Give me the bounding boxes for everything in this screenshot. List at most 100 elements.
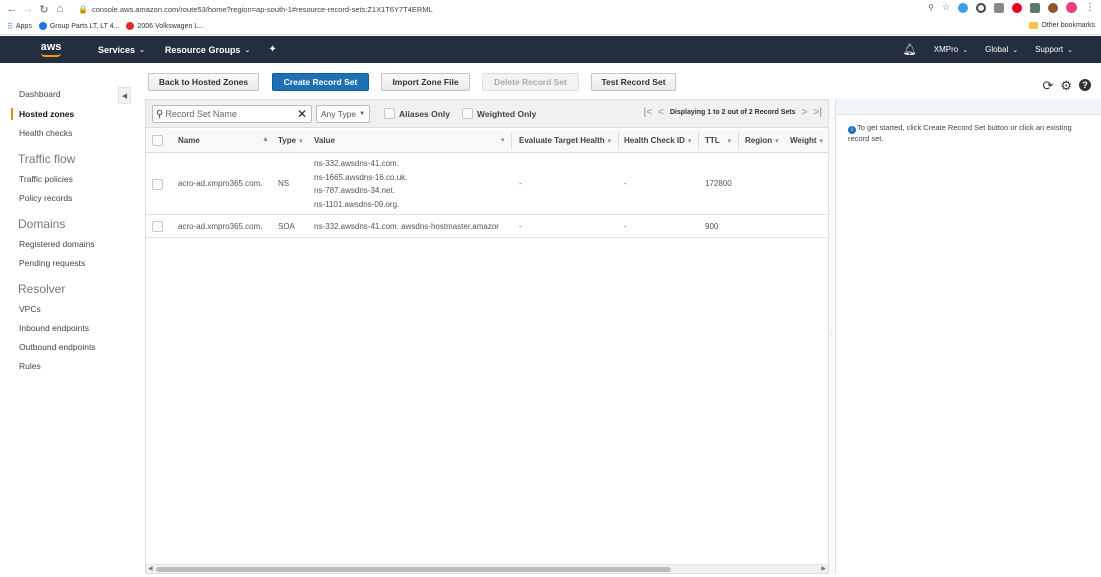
prev-page-icon[interactable]: <	[658, 107, 664, 118]
sidebar-item-vpcs[interactable]: VPCs	[19, 304, 41, 314]
test-record-set-button[interactable]: Test Record Set	[591, 73, 676, 91]
services-menu[interactable]: Services ⌄	[98, 45, 145, 55]
refresh-icon[interactable]: ⟳	[1042, 78, 1053, 94]
pager-text: Displaying 1 to 2 out of 2 Record Sets	[669, 109, 796, 116]
health-check-id: -	[624, 179, 627, 188]
column-divider	[618, 133, 619, 149]
chevron-left-icon: ◀	[121, 92, 128, 100]
type-select[interactable]: Any Type ▼	[316, 105, 370, 123]
sort-asc-icon[interactable]: ▲	[262, 136, 269, 143]
sidebar-item-dashboard[interactable]: Dashboard	[19, 89, 61, 99]
weighted-only-checkbox[interactable]	[462, 108, 473, 119]
row-checkbox[interactable]	[152, 179, 163, 190]
horizontal-scrollbar[interactable]: ◀ ▶	[146, 564, 828, 573]
table-header: Name ▲ Type ▾ Value ▾ Evaluate Target Hea…	[146, 129, 828, 153]
select-all-checkbox[interactable]	[152, 135, 163, 146]
other-bookmarks[interactable]: Other bookmarks	[1029, 22, 1095, 29]
aliases-only-checkbox[interactable]	[384, 108, 395, 119]
table-row[interactable]: acro-ad.xmpro365.com. SOA ns-332.awsdns-…	[146, 215, 828, 238]
address-bar[interactable]: 🔒 console.aws.amazon.com/route53/home?re…	[78, 5, 433, 14]
menu-kebab-icon[interactable]: ⋮	[1085, 2, 1095, 13]
create-record-set-button[interactable]: Create Record Set	[272, 73, 369, 91]
grip-icon: ⁞	[830, 332, 832, 339]
gear-icon[interactable]: ⚙	[1060, 78, 1072, 94]
aws-logo[interactable]: aws	[38, 42, 64, 57]
record-type: NS	[278, 179, 290, 188]
bookmark-volkswagen[interactable]: 2006 Volkswagen L...	[126, 22, 204, 30]
home-icon[interactable]: ⌂	[52, 3, 68, 15]
record-name: acro-ad.xmpro365.com.	[178, 179, 263, 188]
clear-icon[interactable]: ✕	[297, 107, 307, 121]
chevron-down-icon: ▾	[607, 137, 612, 145]
value-column-menu-icon[interactable]: ▾	[501, 136, 505, 144]
record-set-name-input[interactable]	[165, 109, 291, 119]
account-menu[interactable]: XMPro ⌄	[934, 45, 968, 54]
column-region[interactable]: Region ▾	[745, 136, 779, 145]
sidebar-item-health-checks[interactable]: Health checks	[19, 128, 72, 138]
sidebar-item-policy-records[interactable]: Policy records	[19, 193, 72, 203]
delete-record-set-button[interactable]: Delete Record Set	[482, 73, 579, 91]
profile-avatar-icon[interactable]	[1066, 2, 1077, 13]
bookmark-group-parts[interactable]: Group Parts LT, LT 4...	[38, 22, 119, 30]
page-actions: ⟳ ⚙ ?	[1042, 78, 1091, 94]
column-name[interactable]: Name	[178, 136, 200, 145]
chevron-down-icon: ▾	[727, 137, 732, 145]
cookie-extension-icon[interactable]	[1048, 2, 1058, 13]
filter-bar: ⚲ ✕ Any Type ▼ Aliases Only Weighted Onl…	[146, 100, 828, 128]
sidebar-item-registered-domains[interactable]: Registered domains	[19, 239, 95, 249]
sidebar-group-traffic-flow: Traffic flow	[18, 152, 76, 166]
chevron-down-icon: ▾	[819, 137, 824, 145]
browser-toolbar: ← → ↻ ⌂ 🔒 console.aws.amazon.com/route53…	[0, 0, 1101, 18]
aliases-only-toggle[interactable]: Aliases Only	[384, 108, 450, 119]
column-value[interactable]: Value	[314, 136, 335, 145]
sidebar-item-rules[interactable]: Rules	[19, 361, 41, 371]
help-icon[interactable]: ?	[1079, 79, 1091, 91]
column-weight[interactable]: Weight ▾	[790, 136, 823, 145]
mail-extension-icon[interactable]	[994, 2, 1004, 13]
back-to-hosted-zones-button[interactable]: Back to Hosted Zones	[148, 73, 259, 91]
cloud-extension-icon[interactable]	[958, 2, 968, 13]
sidebar-item-outbound-endpoints[interactable]: Outbound endpoints	[19, 342, 96, 352]
sidebar-item-traffic-policies[interactable]: Traffic policies	[19, 174, 73, 184]
reload-icon[interactable]: ↻	[36, 3, 52, 16]
table-row[interactable]: acro-ad.xmpro365.com. NS ns-332.awsdns-4…	[146, 154, 828, 215]
region-menu[interactable]: Global ⌄	[985, 45, 1018, 54]
support-menu[interactable]: Support ⌄	[1035, 45, 1073, 54]
green-extension-icon[interactable]	[1030, 2, 1040, 13]
column-divider	[698, 133, 699, 149]
column-evaluate-target-health[interactable]: Evaluate Target Health ▾	[519, 136, 611, 145]
import-zone-file-button[interactable]: Import Zone File	[381, 73, 470, 91]
circle-extension-icon[interactable]	[976, 2, 986, 13]
column-health-check-id[interactable]: Health Check ID ▾	[624, 136, 691, 145]
row-checkbox[interactable]	[152, 221, 163, 232]
value-line: ns-332.awsdns-41.com.	[314, 159, 399, 168]
sidebar: Dashboard Hosted zones Health checks Tra…	[0, 63, 132, 577]
chevron-down-icon: ⌄	[1012, 46, 1019, 54]
forward-arrow-icon[interactable]: →	[20, 3, 36, 15]
sidebar-item-hosted-zones[interactable]: Hosted zones	[19, 109, 74, 119]
star-icon[interactable]: ☆	[942, 2, 950, 13]
sidebar-item-pending-requests[interactable]: Pending requests	[19, 258, 85, 268]
resource-groups-menu[interactable]: Resource Groups ⌄	[165, 45, 250, 55]
scrollbar-thumb[interactable]	[156, 567, 671, 572]
chevron-down-icon: ▾	[775, 137, 779, 145]
sidebar-collapse-button[interactable]: ◀	[118, 87, 131, 104]
pin-icon[interactable]: ✦	[268, 44, 276, 55]
scroll-right-icon[interactable]: ▶	[821, 565, 826, 572]
evaluate-target-health: -	[519, 179, 522, 188]
sidebar-item-inbound-endpoints[interactable]: Inbound endpoints	[19, 323, 89, 333]
column-ttl[interactable]: TTL ▾	[705, 136, 731, 145]
bell-icon[interactable]: 🔔︎	[903, 43, 917, 56]
last-page-icon[interactable]: >|	[813, 107, 822, 118]
back-arrow-icon[interactable]: ←	[4, 3, 20, 15]
bookmark-apps[interactable]: ⠿ Apps	[7, 22, 32, 31]
first-page-icon[interactable]: |<	[643, 107, 652, 118]
weighted-only-toggle[interactable]: Weighted Only	[462, 108, 536, 119]
next-page-icon[interactable]: >	[802, 107, 808, 118]
pinterest-extension-icon[interactable]	[1012, 2, 1022, 13]
chevron-down-icon: ▾	[687, 137, 692, 145]
column-type[interactable]: Type ▾	[278, 136, 303, 145]
scroll-left-icon[interactable]: ◀	[148, 565, 153, 572]
record-sets-panel: ⚲ ✕ Any Type ▼ Aliases Only Weighted Onl…	[145, 99, 829, 574]
zoom-icon[interactable]: ⚲	[928, 3, 934, 12]
